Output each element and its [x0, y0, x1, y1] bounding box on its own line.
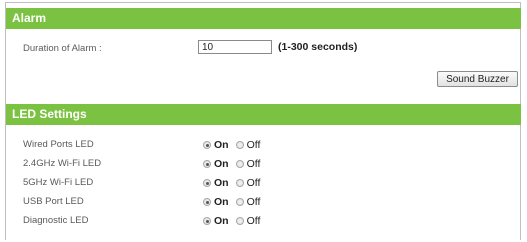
wifi-5ghz-led-options: On Off — [203, 177, 267, 189]
on-option-label: On — [214, 177, 229, 189]
on-option-label: On — [214, 139, 229, 151]
duration-of-alarm-input[interactable] — [198, 40, 272, 54]
led-row-label: Diagnostic LED — [23, 215, 89, 226]
usb-port-led-off-radio[interactable] — [235, 198, 244, 206]
wired-ports-led-off-radio[interactable] — [235, 141, 244, 149]
usb-port-led-options: On Off — [203, 196, 267, 208]
duration-of-alarm-label: Duration of Alarm : — [23, 43, 102, 54]
off-option-label: Off — [246, 158, 261, 170]
duration-range-hint: (1-300 seconds) — [278, 41, 358, 53]
on-option-label: On — [214, 196, 229, 208]
wifi-24ghz-led-off-radio[interactable] — [235, 160, 244, 168]
alarm-section-header: Alarm — [6, 8, 521, 29]
on-option-label: On — [214, 215, 229, 227]
off-option-label: Off — [246, 139, 261, 151]
off-option-label: Off — [246, 215, 261, 227]
off-option-label: Off — [246, 196, 261, 208]
led-settings-section-header: LED Settings — [6, 104, 521, 125]
wifi-24ghz-led-options: On Off — [203, 158, 267, 170]
diagnostic-led-options: On Off — [203, 215, 267, 227]
usb-port-led-on-radio[interactable] — [203, 198, 211, 206]
off-option-label: Off — [246, 177, 261, 189]
led-row-label: 2.4GHz Wi-Fi LED — [23, 158, 102, 169]
wifi-24ghz-led-on-radio[interactable] — [203, 160, 211, 168]
sound-buzzer-button[interactable]: Sound Buzzer — [437, 71, 518, 87]
wired-ports-led-on-radio[interactable] — [203, 141, 211, 149]
wifi-5ghz-led-off-radio[interactable] — [235, 179, 244, 187]
led-row-label: USB Port LED — [23, 196, 84, 207]
diagnostic-led-on-radio[interactable] — [203, 217, 211, 225]
led-row-label: 5GHz Wi-Fi LED — [23, 177, 94, 188]
wifi-5ghz-led-on-radio[interactable] — [203, 179, 211, 187]
led-row-label: Wired Ports LED — [23, 139, 94, 150]
diagnostic-led-off-radio[interactable] — [235, 217, 244, 225]
wired-ports-led-options: On Off — [203, 139, 267, 151]
on-option-label: On — [214, 158, 229, 170]
